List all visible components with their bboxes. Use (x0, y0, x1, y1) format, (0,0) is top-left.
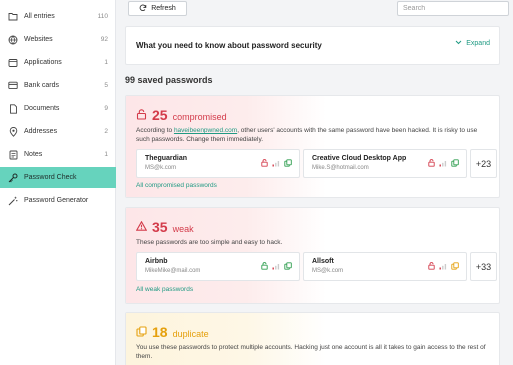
compromised-group: 25 compromised According to haveibeenpwn… (125, 95, 500, 198)
entry-status-icons (428, 159, 459, 167)
compromised-header: 25 compromised (136, 107, 227, 123)
sidebar-item-count: 5 (104, 82, 108, 89)
strength-bars-icon (439, 160, 447, 166)
compromised-lock-icon (261, 159, 268, 167)
compromised-desc-text: According to (136, 127, 174, 134)
weak-header: 35 weak (135, 219, 194, 235)
duplicate-icon (284, 159, 292, 167)
security-info-card: What you need to know about password sec… (125, 26, 500, 65)
sidebar-item-count: 2 (104, 128, 108, 135)
password-entry-card[interactable]: Creative Cloud Desktop App Mike.S@hotmai… (303, 149, 467, 178)
sidebar-item-documents[interactable]: Documents 9 (0, 98, 116, 119)
sidebar-item-all-entries[interactable]: All entries 110 (0, 6, 116, 27)
credit-card-icon (8, 81, 18, 91)
password-entry-card[interactable]: Allsoft MS@k.com (303, 252, 467, 281)
compromised-count: 25 (152, 107, 168, 123)
refresh-button[interactable]: Refresh (128, 1, 187, 16)
sidebar-item-count: 1 (104, 151, 108, 158)
compromised-lock-icon (136, 108, 147, 122)
password-entry-card[interactable]: Airbnb MikeMike@mail.com (136, 252, 300, 281)
strength-bars-icon (439, 263, 447, 269)
folder-icon (8, 12, 18, 22)
password-entry-card[interactable]: Theguardian MS@k.com (136, 149, 300, 178)
info-title: What you need to know about password sec… (136, 41, 322, 50)
sidebar-item-websites[interactable]: Websites 92 (0, 29, 116, 50)
more-weak-button[interactable]: +33 (470, 252, 497, 281)
compromised-description: According to haveibeenpwned.com, other u… (136, 126, 491, 144)
chevron-down-icon (455, 40, 462, 47)
sidebar-item-password-generator[interactable]: Password Generator (0, 190, 116, 211)
document-icon (8, 103, 18, 114)
sidebar-item-addresses[interactable]: Addresses 2 (0, 121, 116, 142)
expand-label: Expand (466, 40, 490, 47)
sidebar: All entries 110 Websites 92 Applications… (0, 0, 116, 365)
sidebar-item-label: Addresses (24, 128, 58, 135)
duplicate-description: You use these passwords to protect multi… (136, 344, 486, 360)
magic-wand-icon (8, 196, 18, 206)
sidebar-item-label: Bank cards (24, 82, 60, 89)
app-window-icon (8, 58, 18, 68)
duplicate-group: 18 duplicate You use these passwords to … (125, 312, 500, 365)
sidebar-item-bank-cards[interactable]: Bank cards 5 (0, 75, 116, 96)
duplicate-count: 18 (152, 324, 168, 340)
key-icon (8, 173, 18, 183)
entry-status-icons (261, 262, 292, 270)
compromised-label: compromised (172, 112, 227, 122)
strength-bars-icon (272, 160, 280, 166)
sidebar-item-count: 110 (97, 13, 108, 20)
entry-status-icons (261, 159, 292, 167)
expand-button[interactable]: Expand (455, 40, 490, 47)
sidebar-item-password-check[interactable]: Password Check (0, 167, 116, 188)
compromised-lock-icon (428, 262, 435, 270)
location-pin-icon (8, 126, 18, 137)
globe-icon (8, 35, 18, 45)
strength-bars-icon (272, 263, 280, 269)
sidebar-item-notes[interactable]: Notes 1 (0, 144, 116, 165)
weak-count: 35 (152, 219, 168, 235)
sidebar-item-count: 1 (104, 59, 108, 66)
sidebar-item-count: 9 (104, 105, 108, 112)
search-input[interactable] (397, 1, 509, 16)
main-panel: Refresh What you need to know about pass… (116, 0, 513, 365)
lock-icon (261, 262, 268, 270)
sidebar-item-label: Applications (24, 59, 62, 66)
sidebar-item-count: 92 (100, 36, 108, 43)
sidebar-item-label: Password Generator (24, 197, 89, 204)
sidebar-item-label: Password Check (24, 174, 77, 181)
saved-passwords-heading: 99 saved passwords (125, 75, 213, 85)
all-weak-link[interactable]: All weak passwords (136, 286, 193, 293)
note-icon (8, 150, 18, 160)
duplicate-header: 18 duplicate (136, 324, 209, 340)
duplicate-icon (451, 159, 459, 167)
weak-description: These passwords are too simple and easy … (136, 239, 283, 246)
haveibeenpwned-link[interactable]: haveibeenpwned.com (174, 127, 237, 134)
refresh-label: Refresh (151, 5, 176, 12)
sidebar-item-label: Notes (24, 151, 43, 158)
more-compromised-button[interactable]: +23 (470, 149, 497, 178)
weak-group: 35 weak These passwords are too simple a… (125, 207, 500, 304)
duplicate-label: duplicate (172, 329, 209, 339)
duplicate-icon (284, 262, 292, 270)
sidebar-item-label: Documents (24, 105, 60, 112)
warning-triangle-icon (135, 220, 148, 233)
weak-label: weak (172, 224, 194, 234)
refresh-icon (139, 4, 147, 14)
duplicate-icon (136, 325, 147, 339)
sidebar-item-applications[interactable]: Applications 1 (0, 52, 116, 73)
duplicate-warning-icon (451, 262, 459, 270)
compromised-lock-icon (428, 159, 435, 167)
entry-status-icons (428, 262, 459, 270)
toolbar: Refresh (116, 0, 513, 18)
all-compromised-link[interactable]: All compromised passwords (136, 182, 217, 189)
